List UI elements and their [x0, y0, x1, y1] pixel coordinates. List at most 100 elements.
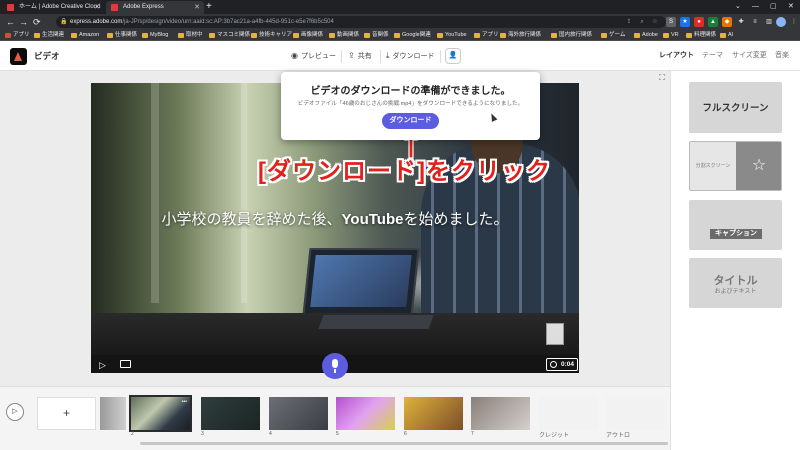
- popup-download-button[interactable]: ダウンロード: [382, 113, 439, 129]
- zoom-icon[interactable]: ⌕: [637, 17, 647, 27]
- eye-icon: ◉: [291, 51, 298, 60]
- timeline-slide[interactable]: [404, 397, 463, 430]
- bookmark-item[interactable]: 技術キャリア: [251, 30, 292, 41]
- layout-fullscreen[interactable]: フルスクリーン: [689, 82, 782, 133]
- bookmark-item[interactable]: Amazon: [71, 30, 99, 41]
- slide-label-outro: アウトロ: [606, 433, 631, 439]
- bookmark-item[interactable]: AI: [720, 30, 733, 41]
- preview-label: プレビュー: [300, 53, 336, 60]
- duration-label: 0:04: [561, 361, 575, 368]
- layout-title-text[interactable]: タイトル およびテキスト: [689, 258, 782, 308]
- bookmark-star-icon[interactable]: ☆: [650, 17, 660, 27]
- slide-number: 7: [471, 431, 474, 437]
- browser-menu-icon[interactable]: ⋮: [789, 17, 799, 27]
- timeline-slide-credit[interactable]: [539, 397, 598, 430]
- play-all-button[interactable]: ▷: [6, 403, 24, 421]
- bookmark-item[interactable]: アプリ: [474, 30, 499, 41]
- channel-watermark: [546, 323, 564, 345]
- bookmark-item[interactable]: アプリ: [5, 30, 30, 41]
- extension-s-icon[interactable]: S: [666, 17, 676, 27]
- tab-music[interactable]: 音楽: [775, 41, 789, 71]
- bookmark-item[interactable]: 海外旅行関係: [500, 30, 541, 41]
- back-button[interactable]: ←: [6, 14, 15, 30]
- reload-button[interactable]: ⟳: [33, 14, 41, 30]
- add-slide-button[interactable]: +: [37, 397, 96, 430]
- bookmark-item[interactable]: 画像関係: [293, 30, 323, 41]
- timeline-slide-outro[interactable]: [606, 397, 665, 430]
- slide-number: 2: [131, 431, 134, 437]
- screen-icon[interactable]: [120, 360, 131, 368]
- bookmark-item[interactable]: 生活関連: [34, 30, 64, 41]
- extension-red-icon[interactable]: ●: [694, 17, 704, 27]
- adobe-favicon-icon: [7, 4, 14, 11]
- bookmark-item[interactable]: MyBlog: [142, 30, 168, 41]
- share-icon: ⇪: [348, 51, 355, 60]
- tab-adobe-express[interactable]: Adobe Express ✕: [106, 1, 204, 14]
- close-window-button[interactable]: ✕: [788, 0, 794, 14]
- record-voice-button[interactable]: [322, 353, 348, 379]
- maximize-button[interactable]: ▢: [770, 0, 777, 14]
- share-button[interactable]: ⇪ 共有: [348, 41, 372, 72]
- bookmark-item[interactable]: 動画関係: [329, 30, 359, 41]
- bookmark-item[interactable]: Adobe: [634, 30, 658, 41]
- play-icon[interactable]: ▷: [99, 360, 106, 370]
- extension-green-icon[interactable]: ▲: [708, 17, 718, 27]
- bookmark-item[interactable]: 取材中: [178, 30, 203, 41]
- extension-orange-icon[interactable]: ◆: [722, 17, 732, 27]
- timeline-slide[interactable]: [269, 397, 328, 430]
- close-tab-icon[interactable]: ✕: [94, 1, 100, 14]
- share-icon[interactable]: ⇪: [624, 17, 634, 27]
- bookmark-item[interactable]: ゲーム: [601, 30, 625, 41]
- layout-caption[interactable]: キャプション: [689, 200, 782, 250]
- layout-split-screen[interactable]: 分割スクリーン ☆: [689, 141, 782, 191]
- layout-sublabel: およびテキスト: [714, 289, 757, 295]
- layout-label: フルスクリーン: [702, 103, 769, 114]
- timeline-slide[interactable]: [336, 397, 395, 430]
- bookmark-item[interactable]: 料理関係: [686, 30, 716, 41]
- tab-theme[interactable]: テーマ: [702, 41, 723, 71]
- url-path: /ja-JP/sp/design/video/urn:aaid:sc:AP:3b…: [122, 19, 334, 25]
- extension-blue-icon[interactable]: ★: [680, 17, 690, 27]
- bookmark-item[interactable]: YouTube: [437, 30, 467, 41]
- bookmark-item[interactable]: マスコミ関係: [209, 30, 250, 41]
- address-bar[interactable]: 🔒 express.adobe.com/ja-JP/sp/design/vide…: [56, 16, 666, 28]
- subtitle-text: 小学校の教員を辞めた後、: [161, 211, 342, 228]
- minimize-button[interactable]: —: [752, 0, 759, 14]
- slide-number: 5: [336, 431, 339, 437]
- sidebar-icon[interactable]: ▥: [764, 17, 774, 27]
- reading-list-icon[interactable]: ≡: [750, 17, 760, 27]
- download-icon: ⤓: [386, 51, 390, 60]
- extensions-puzzle-icon[interactable]: ✚: [736, 17, 746, 27]
- preview-button[interactable]: ◉ プレビュー: [291, 41, 336, 72]
- forward-button[interactable]: →: [19, 14, 28, 30]
- tab-layout[interactable]: レイアウト: [659, 41, 694, 71]
- clock-icon: [550, 361, 557, 368]
- bookmark-item[interactable]: 国内旅行関係: [551, 30, 592, 41]
- close-tab-icon[interactable]: ✕: [194, 1, 200, 14]
- bookmarks-bar: アプリ 生活関連 Amazon 仕事関係 MyBlog 取材中 マスコミ関係 技…: [0, 30, 800, 41]
- star-icon: ☆: [736, 142, 781, 190]
- slide-menu-icon[interactable]: •••: [182, 399, 187, 405]
- timeline-scrollbar[interactable]: [140, 442, 668, 445]
- bookmark-item[interactable]: 仕事関係: [107, 30, 137, 41]
- share-label: 共有: [357, 53, 372, 60]
- bookmark-item[interactable]: Google関連: [394, 30, 431, 41]
- duration-badge[interactable]: 0:04: [546, 358, 579, 371]
- bookmark-item[interactable]: VR: [663, 30, 679, 41]
- download-button[interactable]: ⤓ ダウンロード: [386, 41, 435, 72]
- timeline-slide[interactable]: [100, 397, 126, 430]
- new-tab-button[interactable]: +: [206, 0, 212, 14]
- timeline-slide[interactable]: [201, 397, 260, 430]
- bookmark-item[interactable]: 音関係: [364, 30, 389, 41]
- tab-creative-cloud[interactable]: ホーム | Adobe Creative Cloud ✕: [2, 1, 104, 14]
- profile-avatar[interactable]: [776, 17, 786, 27]
- timeline-slide[interactable]: •••: [129, 395, 192, 432]
- adobe-express-logo[interactable]: [10, 48, 27, 65]
- invite-user-icon[interactable]: 👤: [445, 48, 461, 64]
- timeline-slide[interactable]: [471, 397, 530, 430]
- tab-title: ホーム | Adobe Creative Cloud: [19, 4, 101, 10]
- fit-screen-icon[interactable]: ⛶: [657, 73, 667, 83]
- tab-resize[interactable]: サイズ変更: [732, 41, 767, 71]
- tab-search-icon[interactable]: ⌄: [735, 0, 741, 14]
- laptop-screen-image: [310, 255, 412, 307]
